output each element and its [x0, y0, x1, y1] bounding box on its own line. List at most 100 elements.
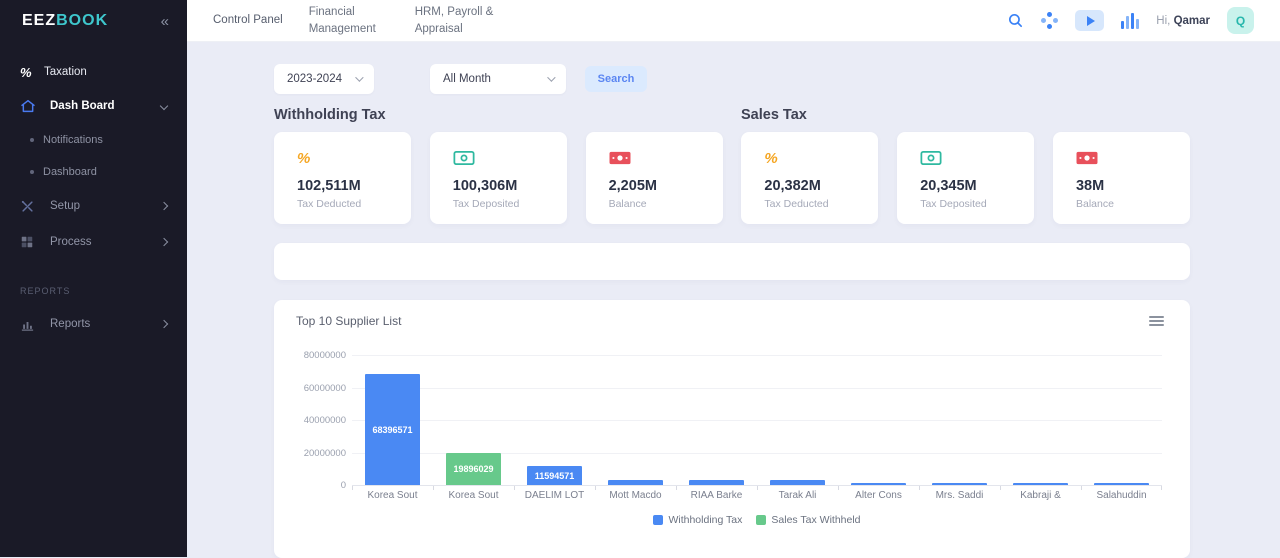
chart-menu-icon[interactable]: [1149, 316, 1164, 328]
withholding-tax-title: Withholding Tax: [274, 107, 386, 123]
search-icon[interactable]: [1007, 12, 1024, 29]
chevron-down-icon: [355, 73, 363, 81]
nav-tab-financial-management[interactable]: Financial Management: [309, 4, 389, 36]
stat-label: Tax Deducted: [764, 198, 878, 210]
sidebar-item-reports[interactable]: Reports: [0, 306, 187, 342]
play-icon[interactable]: [1075, 10, 1104, 31]
x-tick-label: Korea Sout: [433, 490, 514, 501]
avatar[interactable]: Q: [1227, 7, 1254, 34]
apps-icon[interactable]: [1041, 12, 1058, 29]
search-button[interactable]: Search: [585, 66, 647, 92]
stat-label: Balance: [1076, 198, 1190, 210]
chart-bar[interactable]: [1013, 483, 1068, 485]
brand-row: EEZBOOK «: [0, 0, 187, 42]
sidebar-menu: % Taxation Dash Board Notifications Dash…: [0, 42, 187, 342]
x-tick-label: Mott Macdo: [595, 490, 676, 501]
top-nav: Control Panel Financial Management HRM, …: [213, 4, 501, 36]
chart-legend: Withholding Tax Sales Tax Withheld: [352, 514, 1162, 526]
chart-bar[interactable]: [932, 483, 987, 485]
chart-bar[interactable]: 11594571: [527, 466, 582, 485]
year-select-value: 2023-2024: [287, 73, 342, 85]
filter-row: 2023-2024 All Month Search: [274, 64, 1190, 94]
tools-icon: [20, 199, 44, 214]
y-tick-label: 60000000: [274, 383, 346, 394]
month-select[interactable]: All Month: [430, 64, 566, 94]
chart-x-axis: Korea SoutKorea SoutDAELIM LOTMott Macdo…: [352, 490, 1162, 504]
sidebar-item-label: Setup: [50, 200, 80, 212]
chart-bar[interactable]: [689, 480, 744, 485]
gridline: [352, 388, 1162, 389]
stat-label: Balance: [609, 198, 723, 210]
sidebar-item-taxation[interactable]: % Taxation: [0, 56, 187, 88]
sales-tax-title: Sales Tax: [741, 107, 807, 123]
nav-tab-hrm-payroll[interactable]: HRM, Payroll & Appraisal: [415, 4, 501, 36]
sidebar-item-dashboard-parent[interactable]: Dash Board: [0, 88, 187, 124]
legend-item[interactable]: Withholding Tax: [653, 514, 742, 526]
bar-value-label: 19896029: [446, 464, 501, 474]
percent-icon: %: [764, 146, 878, 170]
chart-y-axis: 020000000400000006000000080000000: [274, 355, 346, 486]
x-tick-label: Salahuddin: [1081, 490, 1162, 501]
chart-plot: 68396571 19896029 11594571: [352, 355, 1162, 486]
stat-value: 102,511M: [297, 178, 411, 194]
x-tick-label: DAELIM LOT: [514, 490, 595, 501]
legend-item[interactable]: Sales Tax Withheld: [756, 514, 860, 526]
empty-panel: [274, 243, 1190, 280]
stat-card-wht-deposited: 100,306M Tax Deposited: [430, 132, 567, 224]
chart-bar[interactable]: 19896029: [446, 453, 501, 485]
user-greeting: Hi, Qamar: [1156, 15, 1210, 27]
x-tick-label: Alter Cons: [838, 490, 919, 501]
legend-swatch: [653, 515, 663, 525]
y-tick-label: 0: [274, 480, 346, 491]
page: EEZBOOK « % Taxation Dash Board Notifica…: [0, 0, 1280, 557]
chart-bar[interactable]: [1094, 483, 1149, 485]
stat-value: 2,205M: [609, 178, 723, 194]
sidebar-item-dashboard[interactable]: Dashboard: [0, 156, 187, 188]
stat-label: Tax Deposited: [920, 198, 1034, 210]
y-tick-label: 80000000: [274, 350, 346, 361]
bar-chart-icon[interactable]: [1121, 13, 1139, 29]
stat-card-st-balance: 38M Balance: [1053, 132, 1190, 224]
sidebar-item-notifications[interactable]: Notifications: [0, 124, 187, 156]
sidebar: EEZBOOK « % Taxation Dash Board Notifica…: [0, 0, 187, 557]
sidebar-item-label: Dashboard: [43, 166, 97, 178]
year-select[interactable]: 2023-2024: [274, 64, 374, 94]
chart-bar[interactable]: [770, 480, 825, 485]
home-icon: [20, 98, 44, 114]
stat-card-wht-balance: 2,205M Balance: [586, 132, 723, 224]
nav-tab-control-panel[interactable]: Control Panel: [213, 12, 283, 28]
stat-label: Tax Deducted: [297, 198, 411, 210]
stat-value: 100,306M: [453, 178, 567, 194]
chart-title: Top 10 Supplier List: [296, 314, 401, 328]
banknote-red-icon: [1076, 146, 1190, 170]
chart-bar[interactable]: [608, 480, 663, 485]
stat-cards-row: % 102,511M Tax Deducted 100,306M Tax Dep…: [274, 132, 1190, 224]
legend-label: Sales Tax Withheld: [771, 514, 860, 526]
supplier-chart-card: Top 10 Supplier List 0200000004000000060…: [274, 300, 1190, 558]
sidebar-collapse-icon[interactable]: «: [161, 14, 169, 29]
sidebar-item-label: Notifications: [43, 134, 103, 146]
stat-value: 20,345M: [920, 178, 1034, 194]
header-actions: Hi, Qamar Q: [1007, 7, 1280, 34]
chart-bar[interactable]: [851, 483, 906, 485]
x-tick-label: Korea Sout: [352, 490, 433, 501]
main-content: 2023-2024 All Month Search Withholding T…: [187, 42, 1280, 557]
chart-bar[interactable]: 68396571: [365, 374, 420, 485]
stat-card-wht-deducted: % 102,511M Tax Deducted: [274, 132, 411, 224]
chevron-down-icon: [547, 73, 555, 81]
sidebar-section-reports: REPORTS: [0, 260, 187, 306]
stat-card-st-deducted: % 20,382M Tax Deducted: [741, 132, 878, 224]
sidebar-item-setup[interactable]: Setup: [0, 188, 187, 224]
sidebar-item-label: Dash Board: [50, 100, 115, 112]
legend-swatch: [756, 515, 766, 525]
app-logo[interactable]: EEZBOOK: [22, 12, 108, 30]
bullet-icon: [30, 170, 34, 174]
gridline: [352, 420, 1162, 421]
sidebar-item-label: Process: [50, 236, 92, 248]
bar-value-label: 11594571: [527, 471, 582, 481]
month-select-value: All Month: [443, 73, 491, 85]
percent-icon: %: [20, 65, 44, 80]
x-tick-label: Tarak Ali: [757, 490, 838, 501]
sidebar-item-process[interactable]: Process: [0, 224, 187, 260]
section-titles: Withholding Tax Sales Tax: [274, 107, 1190, 127]
